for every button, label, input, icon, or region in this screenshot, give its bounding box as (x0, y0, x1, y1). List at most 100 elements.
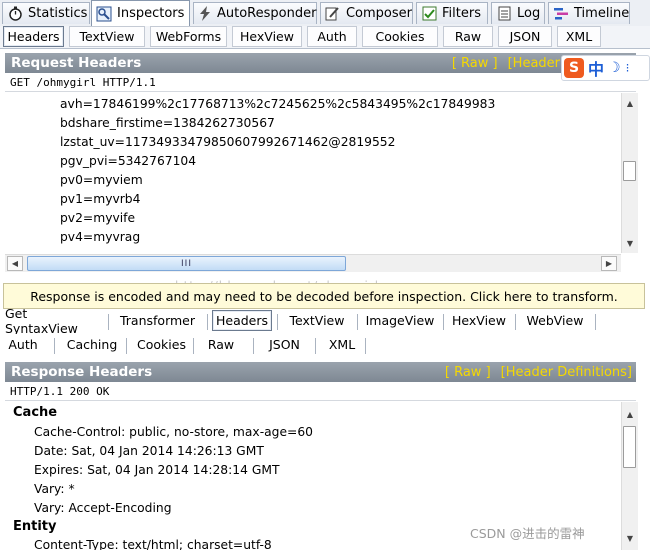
tab-separator (515, 314, 516, 330)
req-tab-xml[interactable]: XML (557, 26, 601, 47)
req-tab-headers[interactable]: Headers (3, 26, 64, 47)
tab-statistics[interactable]: Statistics (2, 2, 90, 24)
lightning-icon (198, 6, 212, 22)
resp-tab-imageview[interactable]: ImageView (362, 310, 438, 331)
scroll-thumb[interactable] (623, 426, 636, 468)
raw-link[interactable]: [ Raw ] (445, 365, 491, 380)
raw-link[interactable]: [ Raw ] (452, 56, 498, 71)
request-line: GET /ohmygirl HTTP/1.1 (5, 74, 636, 92)
top-tab-strip: Statistics Inspectors AutoResponder Comp… (0, 0, 650, 27)
tab-separator (54, 338, 55, 354)
tab-separator (126, 338, 127, 354)
tab-composer[interactable]: Composer (320, 2, 413, 24)
response-headers-title: Response Headers (11, 364, 153, 380)
request-headers-title: Request Headers (11, 55, 142, 71)
header-item: Cache-Control: public, no-store, max-age… (34, 425, 313, 439)
req-tab-cookies[interactable]: Cookies (362, 26, 438, 47)
scroll-down-arrow-icon[interactable]: ▼ (622, 530, 638, 546)
timeline-icon (553, 6, 569, 22)
resp-tab-hexview[interactable]: HexView (448, 310, 510, 331)
tab-autoresponder[interactable]: AutoResponder (193, 2, 317, 24)
response-tab-row-1: Get SyntaxView Transformer Headers TextV… (0, 306, 650, 336)
scroll-grip: III (181, 258, 192, 269)
scroll-left-arrow-icon[interactable]: ◀ (7, 256, 23, 271)
cookie-line: lzstat_uv=11734933479850607992671462@281… (60, 135, 396, 149)
req-tab-auth[interactable]: Auth (307, 26, 357, 47)
req-tab-webforms[interactable]: WebForms (150, 26, 227, 47)
scroll-up-arrow-icon[interactable]: ▲ (622, 406, 638, 422)
cookie-line: bdshare_firstime=1384262730567 (60, 116, 275, 130)
status-line: HTTP/1.1 200 OK (5, 383, 636, 401)
header-definitions-link[interactable]: [Header (508, 56, 560, 71)
resp-tab-auth[interactable]: Auth (3, 334, 43, 355)
tab-separator (207, 314, 208, 330)
cookie-line: pv4=myvrag (60, 230, 141, 244)
inspector-icon (96, 6, 112, 22)
scroll-right-arrow-icon[interactable]: ▶ (601, 256, 617, 271)
tab-separator (193, 338, 194, 354)
tab-separator (365, 338, 366, 354)
resp-tab-xml[interactable]: XML (323, 334, 361, 355)
request-headers-list: avh=17846199%2c17768713%2c7245625%2c5843… (5, 93, 619, 253)
scroll-thumb[interactable] (623, 161, 636, 181)
document-icon (496, 6, 512, 22)
tab-label: Inspectors (117, 6, 185, 21)
tab-separator (253, 338, 254, 354)
tab-timeline[interactable]: Timeline (548, 2, 630, 24)
tab-separator (277, 314, 278, 330)
resp-tab-headers[interactable]: Headers (212, 310, 272, 331)
tab-label: Composer (345, 6, 412, 21)
punctuation-icon[interactable]: ⁝ (626, 61, 630, 75)
tab-label: Timeline (574, 6, 630, 21)
resp-tab-caching[interactable]: Caching (63, 334, 121, 355)
tab-label: AutoResponder (217, 6, 317, 21)
resp-tab-json[interactable]: JSON (262, 334, 307, 355)
resp-tab-cookies[interactable]: Cookies (134, 334, 189, 355)
scroll-up-arrow-icon[interactable]: ▲ (622, 95, 638, 111)
checkbox-icon (421, 6, 437, 22)
tab-separator (315, 338, 316, 354)
header-item: Content-Type: text/html; charset=utf-8 (34, 538, 272, 550)
resp-tab-get-syntaxview[interactable]: Get SyntaxView (4, 306, 103, 336)
tab-label: Filters (442, 6, 481, 21)
tab-filters[interactable]: Filters (416, 2, 488, 24)
tab-log[interactable]: Log (491, 2, 545, 24)
resp-tab-webview[interactable]: WebView (520, 310, 590, 331)
header-item: Date: Sat, 04 Jan 2014 14:26:13 GMT (34, 444, 264, 458)
req-tab-raw[interactable]: Raw (443, 26, 493, 47)
tab-separator (595, 314, 596, 330)
request-horizontal-scrollbar[interactable]: ◀ III ▶ (5, 254, 621, 272)
horizontal-scroll-thumb[interactable]: III (27, 256, 346, 271)
header-definitions-link[interactable]: [Header Definitions] (501, 365, 632, 380)
req-tab-json[interactable]: JSON (498, 26, 552, 47)
response-vertical-scrollbar[interactable]: ▲ ▼ (621, 402, 638, 550)
scroll-down-arrow-icon[interactable]: ▼ (622, 235, 638, 251)
resp-tab-raw[interactable]: Raw (201, 334, 241, 355)
request-header-links: [ Raw ] [Header (442, 53, 560, 73)
response-tab-row-2: Auth Caching Cookies Raw JSON XML (0, 334, 650, 358)
resp-tab-transformer[interactable]: Transformer (113, 310, 202, 331)
req-tab-hexview[interactable]: HexView (232, 26, 302, 47)
tab-separator (108, 314, 109, 330)
tab-separator (443, 314, 444, 330)
tab-inspectors[interactable]: Inspectors (91, 0, 190, 26)
pencil-icon (325, 6, 341, 22)
resp-tab-textview[interactable]: TextView (282, 310, 352, 331)
tab-label: Statistics (28, 6, 88, 21)
group-cache[interactable]: Cache (13, 405, 57, 420)
header-item: Expires: Sat, 04 Jan 2014 14:28:14 GMT (34, 463, 280, 477)
cookie-line: pgv_pvi=5342767104 (60, 154, 197, 168)
stopwatch-icon (7, 6, 23, 22)
cookie-line: pv2=myvife (60, 211, 136, 225)
group-entity[interactable]: Entity (13, 519, 57, 534)
response-header-links: [ Raw ] [Header Definitions] (435, 362, 632, 382)
cookie-line: pv1=myvrb4 (60, 192, 141, 206)
request-tab-row: Headers TextView WebForms HexView Auth C… (0, 26, 650, 49)
header-item: Vary: Accept-Encoding (34, 501, 172, 515)
request-headers-bar: Request Headers [ Raw ] [Header (5, 53, 636, 73)
header-item: Vary: * (34, 482, 75, 496)
cookie-line: avh=17846199%2c17768713%2c7245625%2c5843… (60, 97, 496, 111)
req-tab-textview[interactable]: TextView (69, 26, 145, 47)
tab-separator (357, 314, 358, 330)
request-vertical-scrollbar[interactable]: ▲ ▼ (621, 93, 638, 253)
